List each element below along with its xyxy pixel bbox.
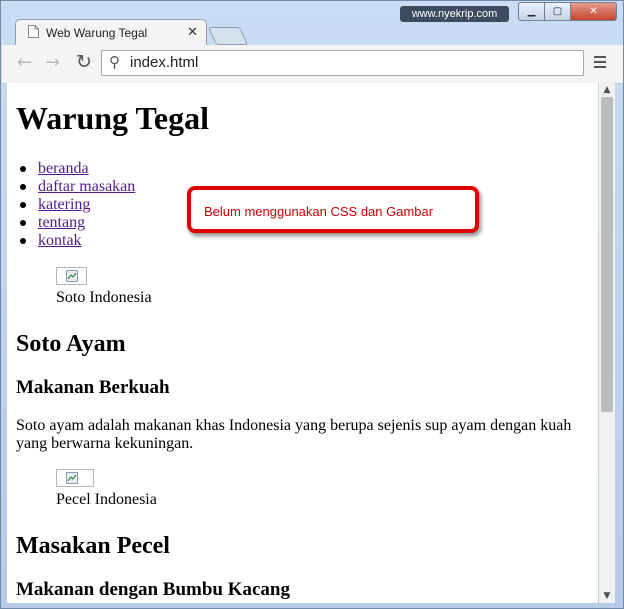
title-bar: Web Warung Tegal ✕ www.nyekrip.com ▁ ▢ ✕ (1, 1, 623, 45)
nav-link-beranda[interactable]: beranda (38, 160, 89, 177)
scroll-down-arrow-icon[interactable]: ▼ (599, 589, 615, 603)
nav-list: beranda daftar masakan katering tentang … (19, 160, 135, 250)
broken-image-glyph-icon (66, 270, 78, 282)
section-heading: Masakan Pecel (16, 533, 170, 559)
watermark-label: www.nyekrip.com (400, 6, 509, 22)
nav-item-tentang: tentang (19, 214, 135, 232)
nav-link-kontak[interactable]: kontak (38, 232, 82, 249)
nav-link-daftar-masakan[interactable]: daftar masakan (38, 178, 135, 195)
nav-link-tentang[interactable]: tentang (38, 214, 85, 231)
scroll-up-arrow-icon[interactable]: ▲ (599, 83, 615, 97)
search-icon: ⚲ (109, 54, 120, 71)
scroll-thumb[interactable] (601, 97, 613, 412)
figure-caption: Pecel Indonesia (56, 491, 157, 508)
section-heading: Soto Ayam (16, 331, 126, 357)
url-text: index.html (130, 54, 199, 71)
vertical-scrollbar[interactable]: ▲ ▼ (599, 83, 615, 603)
minimize-button[interactable]: ▁ (518, 2, 545, 21)
annotation-callout: Belum menggunakan CSS dan Gambar (187, 186, 479, 233)
annotation-text: Belum menggunakan CSS dan Gambar (204, 204, 434, 219)
nav-link-katering[interactable]: katering (38, 196, 90, 213)
figure-caption: Soto Indonesia (56, 289, 152, 306)
browser-toolbar: ← → ↻ ⚲ index.html (2, 45, 623, 84)
page-icon (28, 25, 39, 38)
section-paragraph: Soto ayam adalah makanan khas Indonesia … (16, 417, 572, 452)
section-subheading: Makanan Berkuah (16, 377, 170, 398)
nav-item-beranda: beranda (19, 160, 135, 178)
section-subheading: Makanan dengan Bumbu Kacang (16, 579, 290, 600)
nav-item-kontak: kontak (19, 232, 135, 250)
menu-icon[interactable] (594, 56, 606, 70)
reload-icon[interactable]: ↻ (76, 51, 92, 73)
address-bar[interactable]: ⚲ index.html (101, 50, 584, 76)
tab-web-warung-tegal[interactable]: Web Warung Tegal ✕ (15, 19, 207, 45)
page-title: Warung Tegal (16, 100, 209, 136)
broken-image-icon (56, 267, 87, 285)
tab-close-icon[interactable]: ✕ (187, 24, 198, 40)
nav-item-katering: katering (19, 196, 135, 214)
nav-item-daftar-masakan: daftar masakan (19, 178, 135, 196)
maximize-button[interactable]: ▢ (544, 2, 571, 21)
close-window-button[interactable]: ✕ (570, 2, 617, 21)
forward-arrow-icon[interactable]: → (45, 52, 60, 73)
new-tab-button[interactable] (207, 27, 249, 45)
broken-image-glyph-icon (66, 472, 78, 484)
broken-image-icon (56, 469, 94, 487)
back-arrow-icon[interactable]: ← (17, 52, 32, 73)
figure-soto: Soto Indonesia (56, 267, 152, 307)
page-viewport: Warung Tegal beranda daftar masakan kate… (7, 83, 598, 603)
figure-pecel: Pecel Indonesia (56, 469, 157, 509)
tab-title: Web Warung Tegal (46, 26, 148, 40)
